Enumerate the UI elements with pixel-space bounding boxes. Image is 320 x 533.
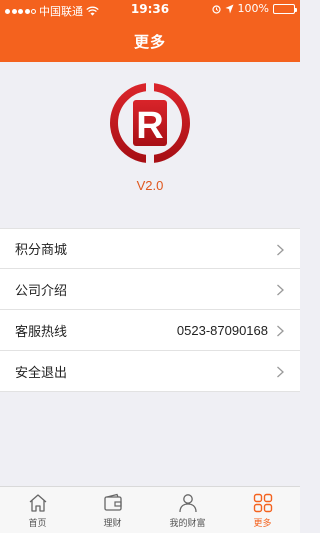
tab-more[interactable]: 更多 [225,487,300,533]
menu-item-label: 积分商城 [15,243,68,258]
tab-bar: 首页 理财 我的财富 更多 [0,486,300,533]
alarm-icon [211,4,221,14]
chevron-right-icon [277,284,284,296]
tab-home[interactable]: 首页 [0,487,75,533]
header: 中国联通 19:36 100% 更多 [0,0,300,62]
app-logo: R [110,82,190,164]
tab-finance[interactable]: 理财 [75,487,150,533]
chevron-right-icon [277,325,284,337]
menu-item-label: 安全退出 [15,365,68,381]
menu-item-service-hotline[interactable]: 客服热线 0523-87090168 [0,310,300,351]
tab-label: 首页 [28,519,47,529]
chevron-right-icon [277,244,284,256]
home-icon [29,494,46,512]
page-title: 更多 [133,33,166,51]
battery-label: 100% [237,2,269,15]
battery-icon [273,3,297,14]
menu-item-label: 客服热线 [15,324,68,340]
location-icon [225,4,234,13]
tab-label: 理财 [103,519,122,529]
tab-label: 更多 [253,519,272,529]
menu-list: 积分商城 公司介绍 客服热线 0523-87090168 安全退出 [0,228,300,392]
logo-area: R V2.0 [0,62,300,228]
app-version: V2.0 [136,178,164,193]
menu-item-points-mall[interactable]: 积分商城 [0,228,300,269]
menu-item-logout[interactable]: 安全退出 [0,351,300,392]
tab-my-wealth[interactable]: 我的财富 [150,487,225,533]
status-right: 100% [211,2,297,15]
hotline-number: 0523-87090168 [176,322,268,338]
user-icon [178,494,197,513]
grid-icon [253,493,272,513]
wallet-icon [103,493,122,511]
tab-label: 我的财富 [169,519,206,529]
menu-item-company-intro[interactable]: 公司介绍 [0,269,300,310]
chevron-right-icon [277,366,284,378]
menu-item-label: 公司介绍 [15,283,68,299]
status-bar: 中国联通 19:36 100% [0,0,300,20]
logo-letter: R [136,105,163,147]
